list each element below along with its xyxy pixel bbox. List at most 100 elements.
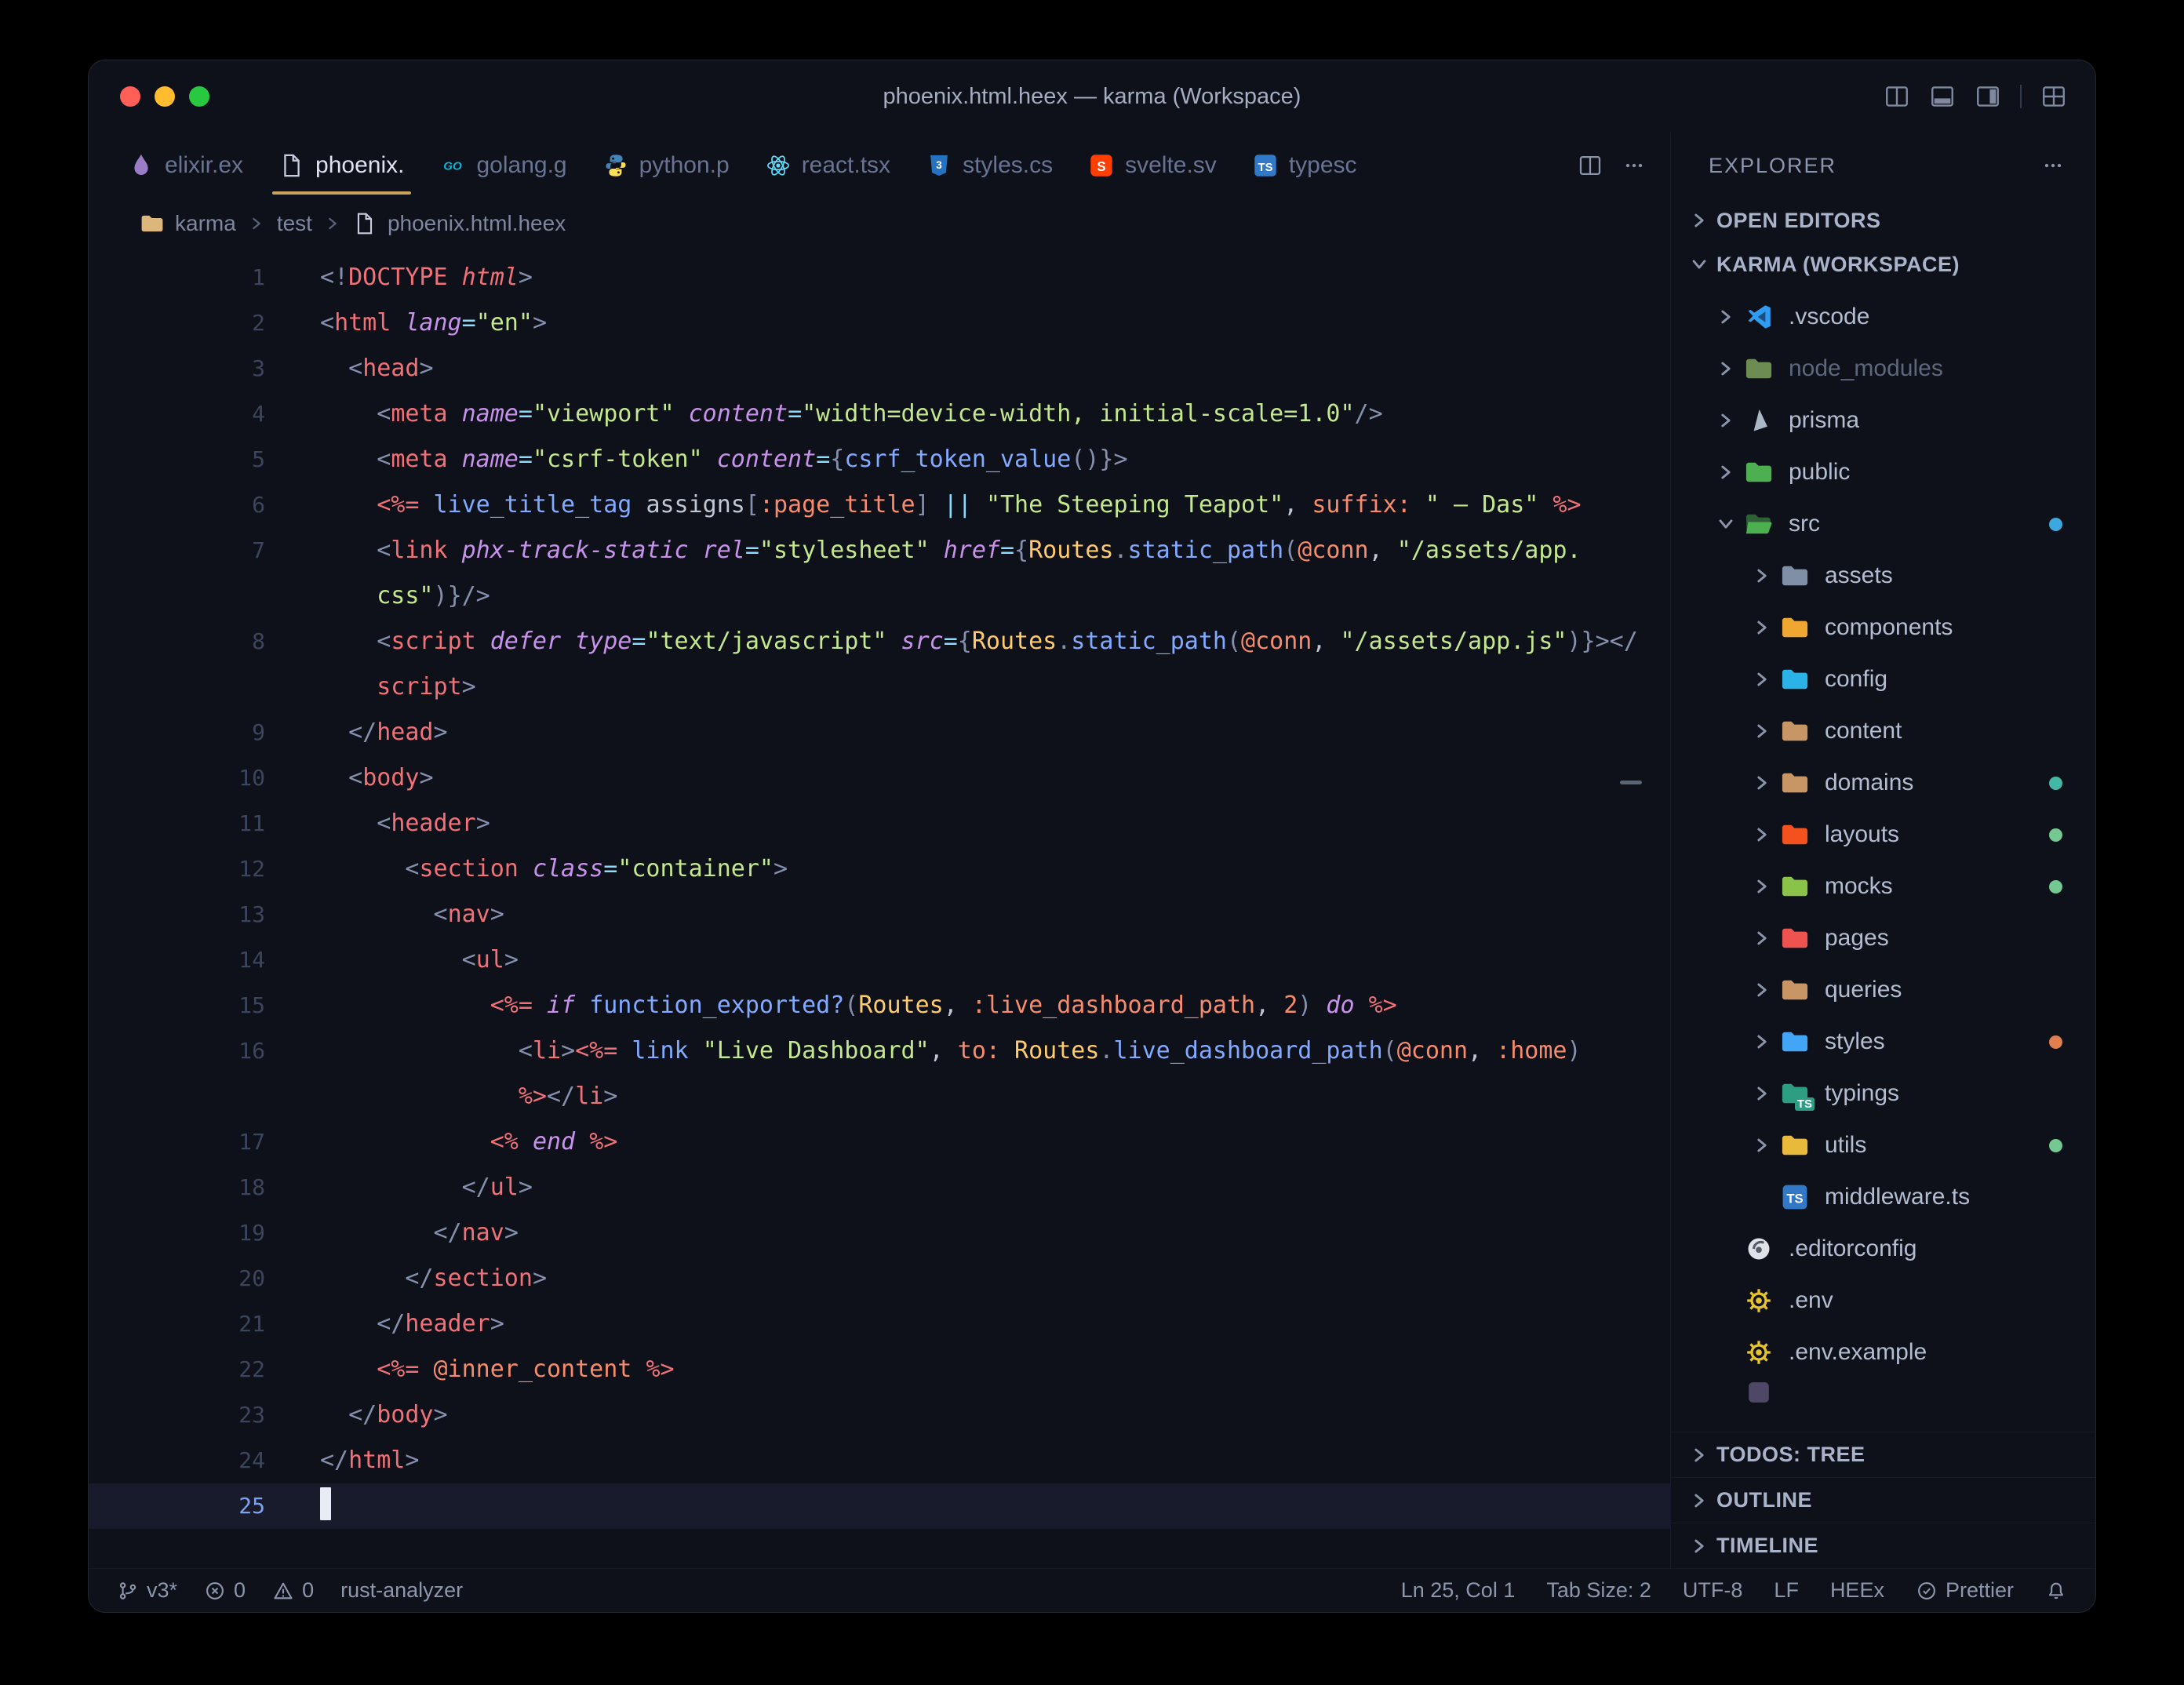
code-line-6[interactable]: 6 <%= live_title_tag assigns[:page_title… xyxy=(89,482,1670,528)
code-line-16[interactable]: 16 <li><%= link "Live Dashboard", to: Ro… xyxy=(89,1028,1670,1074)
tab-typesc[interactable]: TStypesc xyxy=(1235,133,1375,198)
tree-item-queries[interactable]: queries xyxy=(1671,964,2095,1016)
code-text: </section> xyxy=(265,1256,547,1301)
status-warnings[interactable]: 0 xyxy=(272,1578,314,1603)
code-text: script> xyxy=(265,664,476,710)
code-line-1[interactable]: 1<!DOCTYPE html> xyxy=(89,255,1670,300)
status-prettier[interactable]: Prettier xyxy=(1916,1578,2014,1603)
tab-phoenix[interactable]: phoenix. xyxy=(261,133,422,198)
code-line-5[interactable]: 5 <meta name="csrf-token" content={csrf_… xyxy=(89,437,1670,482)
code-line-10[interactable]: 10 <body> xyxy=(89,755,1670,801)
tree-item-node-modules[interactable]: node_modules xyxy=(1671,343,2095,395)
code-text: <nav> xyxy=(265,892,504,937)
tree-item-layouts[interactable]: layouts xyxy=(1671,809,2095,861)
status-encoding[interactable]: UTF-8 xyxy=(1683,1578,1743,1603)
code-line-2[interactable]: 2<html lang="en"> xyxy=(89,300,1670,346)
code-line-wrap[interactable]: %></li> xyxy=(89,1074,1670,1119)
status-tab-size[interactable]: Tab Size: 2 xyxy=(1546,1578,1651,1603)
tree-item-config[interactable]: config xyxy=(1671,653,2095,705)
section-todos-tree[interactable]: TODOS: TREE xyxy=(1671,1432,2095,1477)
tab-python-p[interactable]: python.p xyxy=(585,133,748,198)
tab-styles-cs[interactable]: 3styles.cs xyxy=(908,133,1071,198)
folder-typings-icon: TS xyxy=(1781,1079,1811,1108)
code-line-19[interactable]: 19 </nav> xyxy=(89,1210,1670,1256)
tab-golang-g[interactable]: GOgolang.g xyxy=(422,133,584,198)
code-line-wrap[interactable]: css")}/> xyxy=(89,573,1670,619)
tree-item-editorconfig[interactable]: .editorconfig xyxy=(1671,1223,2095,1275)
explorer-more-actions-icon[interactable] xyxy=(2040,153,2066,178)
status-errors[interactable]: 0 xyxy=(204,1578,246,1603)
breadcrumb-item-phoenix-html-heex[interactable]: phoenix.html.heex xyxy=(388,211,566,236)
panel-bottom-icon[interactable] xyxy=(1929,83,1956,110)
status-cursor-position[interactable]: Ln 25, Col 1 xyxy=(1401,1578,1516,1603)
code-line-24[interactable]: 24</html> xyxy=(89,1438,1670,1483)
code-line-22[interactable]: 22 <%= @inner_content %> xyxy=(89,1347,1670,1392)
code-line-15[interactable]: 15 <%= if function_exported?(Routes, :li… xyxy=(89,983,1670,1028)
code-line-20[interactable]: 20 </section> xyxy=(89,1256,1670,1301)
section-open-editors[interactable]: OPEN EDITORS xyxy=(1671,198,2095,242)
code-line-14[interactable]: 14 <ul> xyxy=(89,937,1670,983)
minimize-window-button[interactable] xyxy=(155,86,175,107)
code-editor[interactable]: 1<!DOCTYPE html>2<html lang="en">3 <head… xyxy=(89,249,1670,1568)
tab-label: phoenix. xyxy=(315,152,404,179)
tab-svelte-sv[interactable]: Ssvelte.sv xyxy=(1071,133,1235,198)
tree-item-pages[interactable]: pages xyxy=(1671,912,2095,964)
code-line-11[interactable]: 11 <header> xyxy=(89,801,1670,846)
tree-item-content[interactable]: content xyxy=(1671,705,2095,757)
code-line-18[interactable]: 18 </ul> xyxy=(89,1165,1670,1210)
code-line-9[interactable]: 9 </head> xyxy=(89,710,1670,755)
tree-item-mocks[interactable]: mocks xyxy=(1671,861,2095,912)
tab-elixir-ex[interactable]: elixir.ex xyxy=(111,133,261,198)
tree-item-vscode[interactable]: .vscode xyxy=(1671,291,2095,343)
line-number: 14 xyxy=(89,937,265,983)
tree-item-public[interactable]: public xyxy=(1671,446,2095,498)
panel-right-icon[interactable] xyxy=(1975,83,2001,110)
tab-react-tsx[interactable]: react.tsx xyxy=(748,133,908,198)
tree-item-middleware-ts[interactable]: TSmiddleware.ts xyxy=(1671,1171,2095,1223)
code-line-12[interactable]: 12 <section class="container"> xyxy=(89,846,1670,892)
status-language-mode[interactable]: HEEx xyxy=(1830,1578,1884,1603)
tree-item-assets[interactable]: assets xyxy=(1671,550,2095,602)
code-line-25[interactable]: 25 xyxy=(89,1483,1670,1529)
chevron-right-icon xyxy=(1751,565,1781,587)
maximize-window-button[interactable] xyxy=(189,86,209,107)
split-editor-icon[interactable] xyxy=(1578,153,1603,178)
status-git-branch[interactable]: v3* xyxy=(117,1578,177,1603)
tree-item-styles[interactable]: styles xyxy=(1671,1016,2095,1068)
chevron-right-icon xyxy=(1751,617,1781,639)
folder-crumb-crumb-icon xyxy=(140,212,164,235)
warning-status-icon xyxy=(272,1580,294,1602)
code-line-4[interactable]: 4 <meta name="viewport" content="width=d… xyxy=(89,391,1670,437)
section-timeline[interactable]: TIMELINE xyxy=(1671,1523,2095,1568)
tree-item-domains[interactable]: domains xyxy=(1671,757,2095,809)
tree-item-utils[interactable]: utils xyxy=(1671,1119,2095,1171)
tree-item-clipped[interactable] xyxy=(1671,1378,2095,1405)
tree-item-typings[interactable]: TStypings xyxy=(1671,1068,2095,1119)
code-line-21[interactable]: 21 </header> xyxy=(89,1301,1670,1347)
code-line-3[interactable]: 3 <head> xyxy=(89,346,1670,391)
more-actions-icon[interactable] xyxy=(1622,153,1647,178)
tree-item-label: .env.example xyxy=(1789,1339,1927,1366)
tree-item-src[interactable]: src xyxy=(1671,498,2095,550)
status-notifications[interactable] xyxy=(2045,1580,2067,1602)
split-vertical-icon[interactable] xyxy=(1884,83,1910,110)
layout-grid-icon[interactable] xyxy=(2040,83,2067,110)
code-line-23[interactable]: 23 </body> xyxy=(89,1392,1670,1438)
breadcrumb-item-karma[interactable]: karma xyxy=(175,211,236,236)
status-rust-analyzer[interactable]: rust-analyzer xyxy=(340,1578,463,1603)
code-line-17[interactable]: 17 <% end %> xyxy=(89,1119,1670,1165)
section-outline[interactable]: OUTLINE xyxy=(1671,1477,2095,1523)
status-label: UTF-8 xyxy=(1683,1578,1743,1603)
tree-item-env[interactable]: .env xyxy=(1671,1275,2095,1327)
breadcrumb-item-test[interactable]: test xyxy=(277,211,312,236)
status-eol[interactable]: LF xyxy=(1774,1578,1799,1603)
tree-item-prisma[interactable]: prisma xyxy=(1671,395,2095,446)
section-workspace[interactable]: KARMA (WORKSPACE) xyxy=(1671,242,2095,286)
tree-item-components[interactable]: components xyxy=(1671,602,2095,653)
code-line-wrap[interactable]: script> xyxy=(89,664,1670,710)
code-line-13[interactable]: 13 <nav> xyxy=(89,892,1670,937)
close-window-button[interactable] xyxy=(120,86,140,107)
tree-item-env-example[interactable]: .env.example xyxy=(1671,1327,2095,1378)
code-line-8[interactable]: 8 <script defer type="text/javascript" s… xyxy=(89,619,1670,664)
code-line-7[interactable]: 7 <link phx-track-static rel="stylesheet… xyxy=(89,528,1670,573)
